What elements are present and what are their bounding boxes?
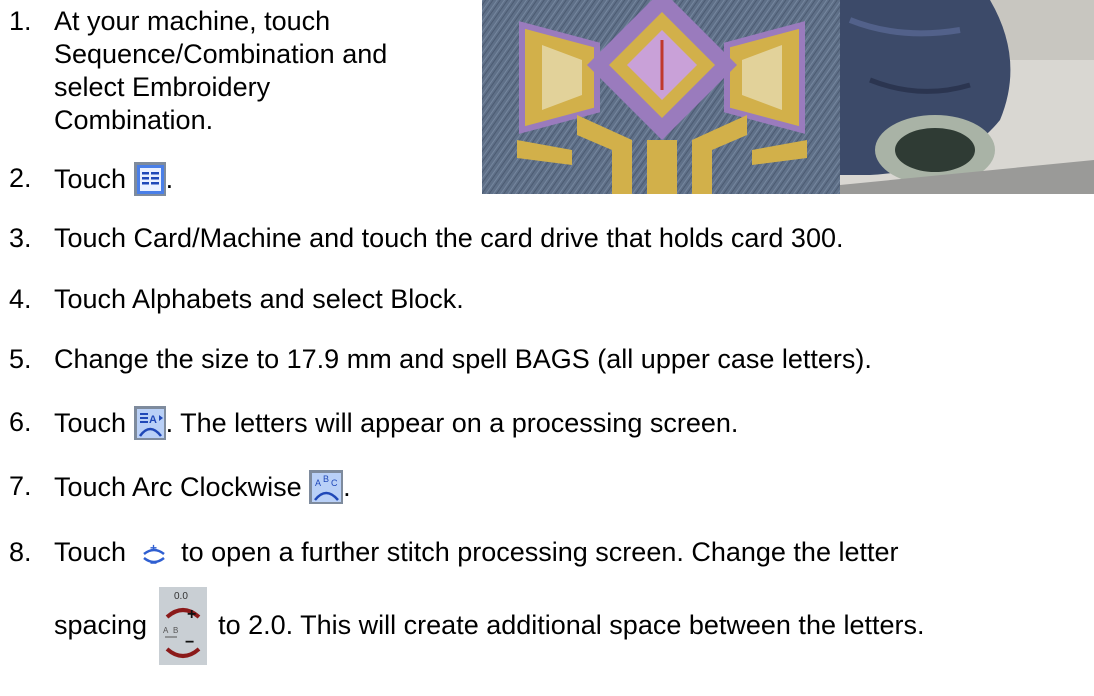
step-number: 1. [9,6,32,36]
arc-clockwise-icon: A B C [309,470,344,504]
step-text: Touch [54,537,127,567]
svg-text:A: A [163,626,169,635]
step-number: 5. [9,344,32,374]
step-text: Touch [54,164,127,194]
svg-text:−: − [150,556,157,569]
step-text: Touch Card/Machine and touch the card dr… [54,223,844,253]
step-number: 4. [9,284,32,314]
stitch-processing-icon: + − [140,541,168,570]
step-number: 6. [9,407,32,437]
step-text: Touch Alphabets and select Block. [54,284,464,314]
step-text: to 2.0. This will create additional spac… [210,610,925,640]
step-text: spacing [54,610,148,640]
svg-text:+: + [187,606,196,623]
letter-spacing-icon: 0.0 + A B − [158,587,207,665]
step-text: . The letters will appear on a processin… [165,408,739,438]
step-number: 7. [9,471,32,501]
letter-spacing-value: 0.0 [174,591,188,602]
letters-to-processing-icon: A [133,406,166,440]
svg-text:A: A [315,478,321,488]
list-icon [133,162,166,196]
embroidered-cap-closeup-photo [482,0,840,194]
step-text-line: Combination. [54,105,214,135]
step-text: to open a further stitch processing scre… [173,537,899,567]
step-text-line: Sequence/Combination and [54,39,388,69]
cap-in-hoop-photo [840,0,1094,194]
step-text-line: At your machine, touch [54,6,331,36]
step-text: . [165,164,174,194]
step-number: 2. [9,163,32,193]
svg-text:B: B [173,626,178,635]
step-text: . [343,472,351,502]
step-text: Touch [54,408,127,438]
svg-text:B: B [323,474,329,484]
step-number: 3. [9,223,32,253]
svg-text:+: + [150,541,157,555]
step-number: 8. [9,537,32,567]
svg-text:C: C [331,478,338,488]
svg-text:A: A [149,414,157,426]
svg-text:−: − [185,634,194,651]
step-text: Change the size to 17.9 mm and spell BAG… [54,344,872,374]
step-text: Touch Arc Clockwise [54,472,302,502]
step-text-line: select Embroidery [54,72,271,102]
